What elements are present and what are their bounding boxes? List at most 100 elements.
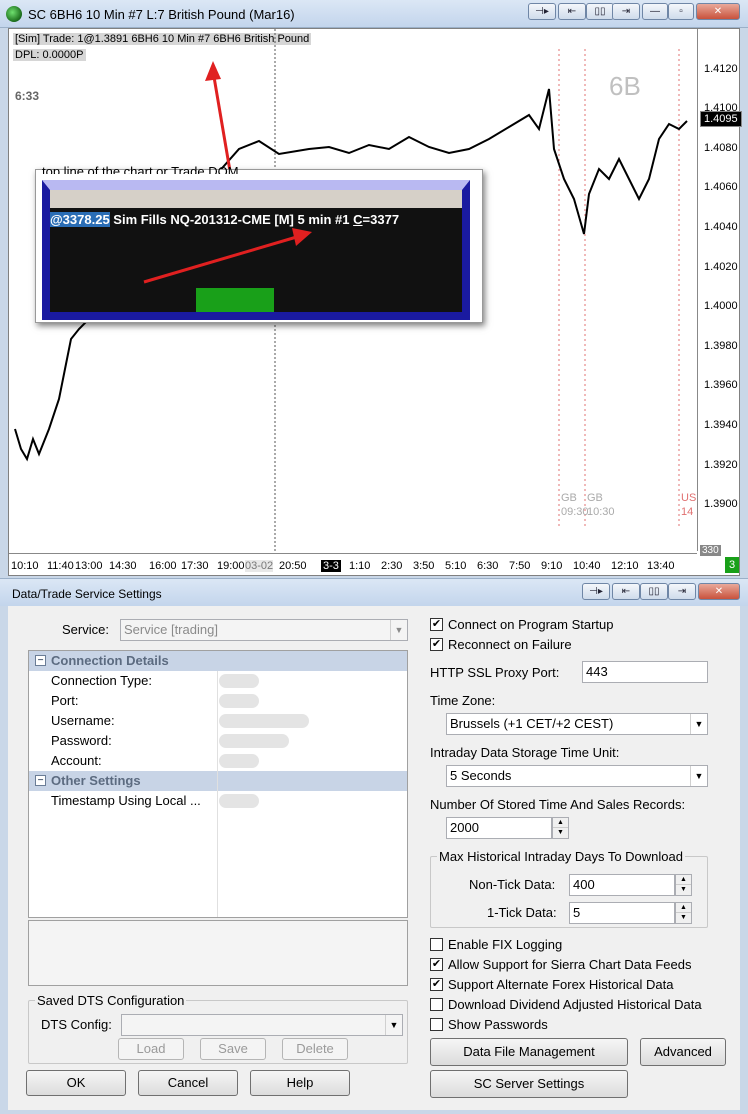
connect-startup-label: Connect on Program Startup [448, 617, 614, 632]
goto-button[interactable]: ⇥ [668, 583, 696, 600]
dividend-checkbox[interactable] [430, 998, 443, 1011]
x-tick: 17:30 [181, 560, 209, 572]
help-button[interactable]: Help [250, 1070, 350, 1096]
y-tick: 1.4120 [704, 63, 738, 75]
sierra-feeds-label: Allow Support for Sierra Chart Data Feed… [448, 957, 692, 972]
section-other-settings[interactable]: − Other Settings [29, 771, 407, 791]
dts-config-select[interactable]: ▼ [121, 1014, 403, 1036]
time-axis[interactable]: 10:10 11:40 13:00 14:30 16:00 17:30 19:0… [9, 553, 697, 575]
grid-row[interactable]: Account: [29, 751, 407, 771]
current-price-badge: 1.4095 [700, 111, 742, 127]
proxy-port-label: HTTP SSL Proxy Port: [430, 665, 560, 680]
fix-logging-checkbox[interactable] [430, 938, 443, 951]
nontick-input[interactable]: 400 [569, 874, 675, 896]
storage-unit-label: Intraday Data Storage Time Unit: [430, 745, 620, 760]
y-tick: 1.3900 [704, 498, 738, 510]
callout-arrow [143, 228, 312, 284]
detach-button[interactable]: ⊣▸ [582, 583, 610, 600]
price-axis[interactable]: 1.4120 1.4100 1.4095 1.4080 1.4060 1.404… [697, 29, 742, 556]
y-tick: 1.4040 [704, 221, 738, 233]
corner-badge: 3 [725, 557, 739, 573]
storage-unit-select[interactable]: 5 Seconds ▼ [446, 765, 708, 787]
settings-dialog: Service: Service [trading] ▼ − Connectio… [8, 606, 740, 1110]
reconnect-checkbox[interactable]: ✔ [430, 638, 443, 651]
grid-divider [217, 671, 218, 917]
cancel-button[interactable]: Cancel [138, 1070, 238, 1096]
callout-header-text: @3378.25 Sim Fills NQ-201312-CME [M] 5 m… [50, 212, 400, 227]
forex-checkbox[interactable]: ✔ [430, 978, 443, 991]
service-label: Service: [62, 622, 109, 637]
grid-row[interactable]: Password: [29, 731, 407, 751]
detach-button[interactable]: ⊣▸ [528, 3, 556, 20]
session-marker: GB 10:30 [587, 492, 615, 518]
proxy-port-input[interactable]: 443 [582, 661, 708, 683]
sc-server-settings-button[interactable]: SC Server Settings [430, 1070, 628, 1098]
x-tick: 12:10 [611, 560, 639, 572]
connect-startup-checkbox[interactable]: ✔ [430, 618, 443, 631]
session-marker: US 14 [681, 492, 697, 518]
onetick-input[interactable]: 5 [569, 902, 675, 924]
dialog-title: Data/Trade Service Settings [12, 587, 162, 601]
grid-row[interactable]: Username: [29, 711, 407, 731]
tile-button[interactable]: ▯▯ [640, 583, 668, 600]
onetick-stepper[interactable]: ▲ ▼ [675, 902, 692, 924]
chevron-down-icon: ▼ [385, 1015, 402, 1035]
chart-window-titlebar[interactable]: SC 6BH6 10 Min #7 L:7 British Pound (Mar… [0, 0, 748, 28]
saved-dts-legend: Saved DTS Configuration [35, 993, 187, 1008]
collapse-icon[interactable]: − [35, 775, 46, 786]
chevron-down-icon: ▼ [390, 620, 407, 640]
x-tick: 7:50 [509, 560, 531, 572]
grid-row[interactable]: Connection Type: [29, 671, 407, 691]
maximize-button[interactable]: ▫ [668, 3, 694, 20]
show-passwords-label: Show Passwords [448, 1017, 548, 1032]
tile-button[interactable]: ▯▯ [586, 3, 614, 20]
data-file-management-button[interactable]: Data File Management [430, 1038, 628, 1066]
goto-button[interactable]: ⇥ [612, 3, 640, 20]
minimize-button[interactable]: — [642, 3, 668, 20]
ok-button[interactable]: OK [26, 1070, 126, 1096]
fix-logging-label: Enable FIX Logging [448, 937, 563, 952]
x-tick: 19:00 [217, 560, 245, 572]
dialog-titlebar[interactable]: Data/Trade Service Settings ⊣▸ ⇤ ▯▯ ⇥ ✕ [0, 578, 748, 606]
advanced-button[interactable]: Advanced [640, 1038, 726, 1066]
collapse-icon[interactable]: − [35, 655, 46, 666]
link-button[interactable]: ⇤ [558, 3, 586, 20]
close-button[interactable]: ✕ [698, 583, 740, 600]
callout-image: top line of the chart or Trade DOM. @337… [35, 164, 483, 323]
close-button[interactable]: ✕ [696, 3, 740, 20]
callout-bar [50, 190, 462, 208]
grid-row[interactable]: Port: [29, 691, 407, 711]
session-marker: GB 09:30 [561, 492, 589, 518]
chevron-down-icon: ▼ [690, 714, 707, 734]
sierra-feeds-checkbox[interactable]: ✔ [430, 958, 443, 971]
x-tick: 10:10 [11, 560, 39, 572]
save-button[interactable]: Save [200, 1038, 266, 1060]
service-select[interactable]: Service [trading] ▼ [120, 619, 408, 641]
timezone-label: Time Zone: [430, 693, 496, 708]
timezone-select[interactable]: Brussels (+1 CET/+2 CEST) ▼ [446, 713, 708, 735]
records-label: Number Of Stored Time And Sales Records: [430, 797, 686, 812]
records-input[interactable]: 2000 [446, 817, 552, 839]
app-icon [6, 6, 22, 22]
price-chart[interactable]: [Sim] Trade: 1@1.3891 6BH6 10 Min #7 6BH… [8, 28, 742, 576]
max-historical-group: Max Historical Intraday Days To Download… [430, 849, 708, 928]
show-passwords-checkbox[interactable] [430, 1018, 443, 1031]
nontick-label: Non-Tick Data: [469, 877, 556, 892]
redacted-value [219, 734, 289, 748]
load-button[interactable]: Load [118, 1038, 184, 1060]
x-tick: 13:40 [647, 560, 675, 572]
x-tick: 1:10 [349, 560, 371, 572]
forex-label: Support Alternate Forex Historical Data [448, 977, 674, 992]
link-button[interactable]: ⇤ [612, 583, 640, 600]
corner-value: 330 [700, 545, 721, 556]
section-connection-details[interactable]: − Connection Details [29, 651, 407, 671]
properties-grid[interactable]: − Connection Details Connection Type: Po… [28, 650, 408, 918]
grid-row[interactable]: Timestamp Using Local ... [29, 791, 407, 811]
description-box [28, 920, 408, 986]
x-tick: 14:30 [109, 560, 137, 572]
records-stepper[interactable]: ▲ ▼ [552, 817, 569, 839]
annotation-arrow-up [205, 61, 233, 178]
nontick-stepper[interactable]: ▲ ▼ [675, 874, 692, 896]
delete-button[interactable]: Delete [282, 1038, 348, 1060]
x-tick: 13:00 [75, 560, 103, 572]
